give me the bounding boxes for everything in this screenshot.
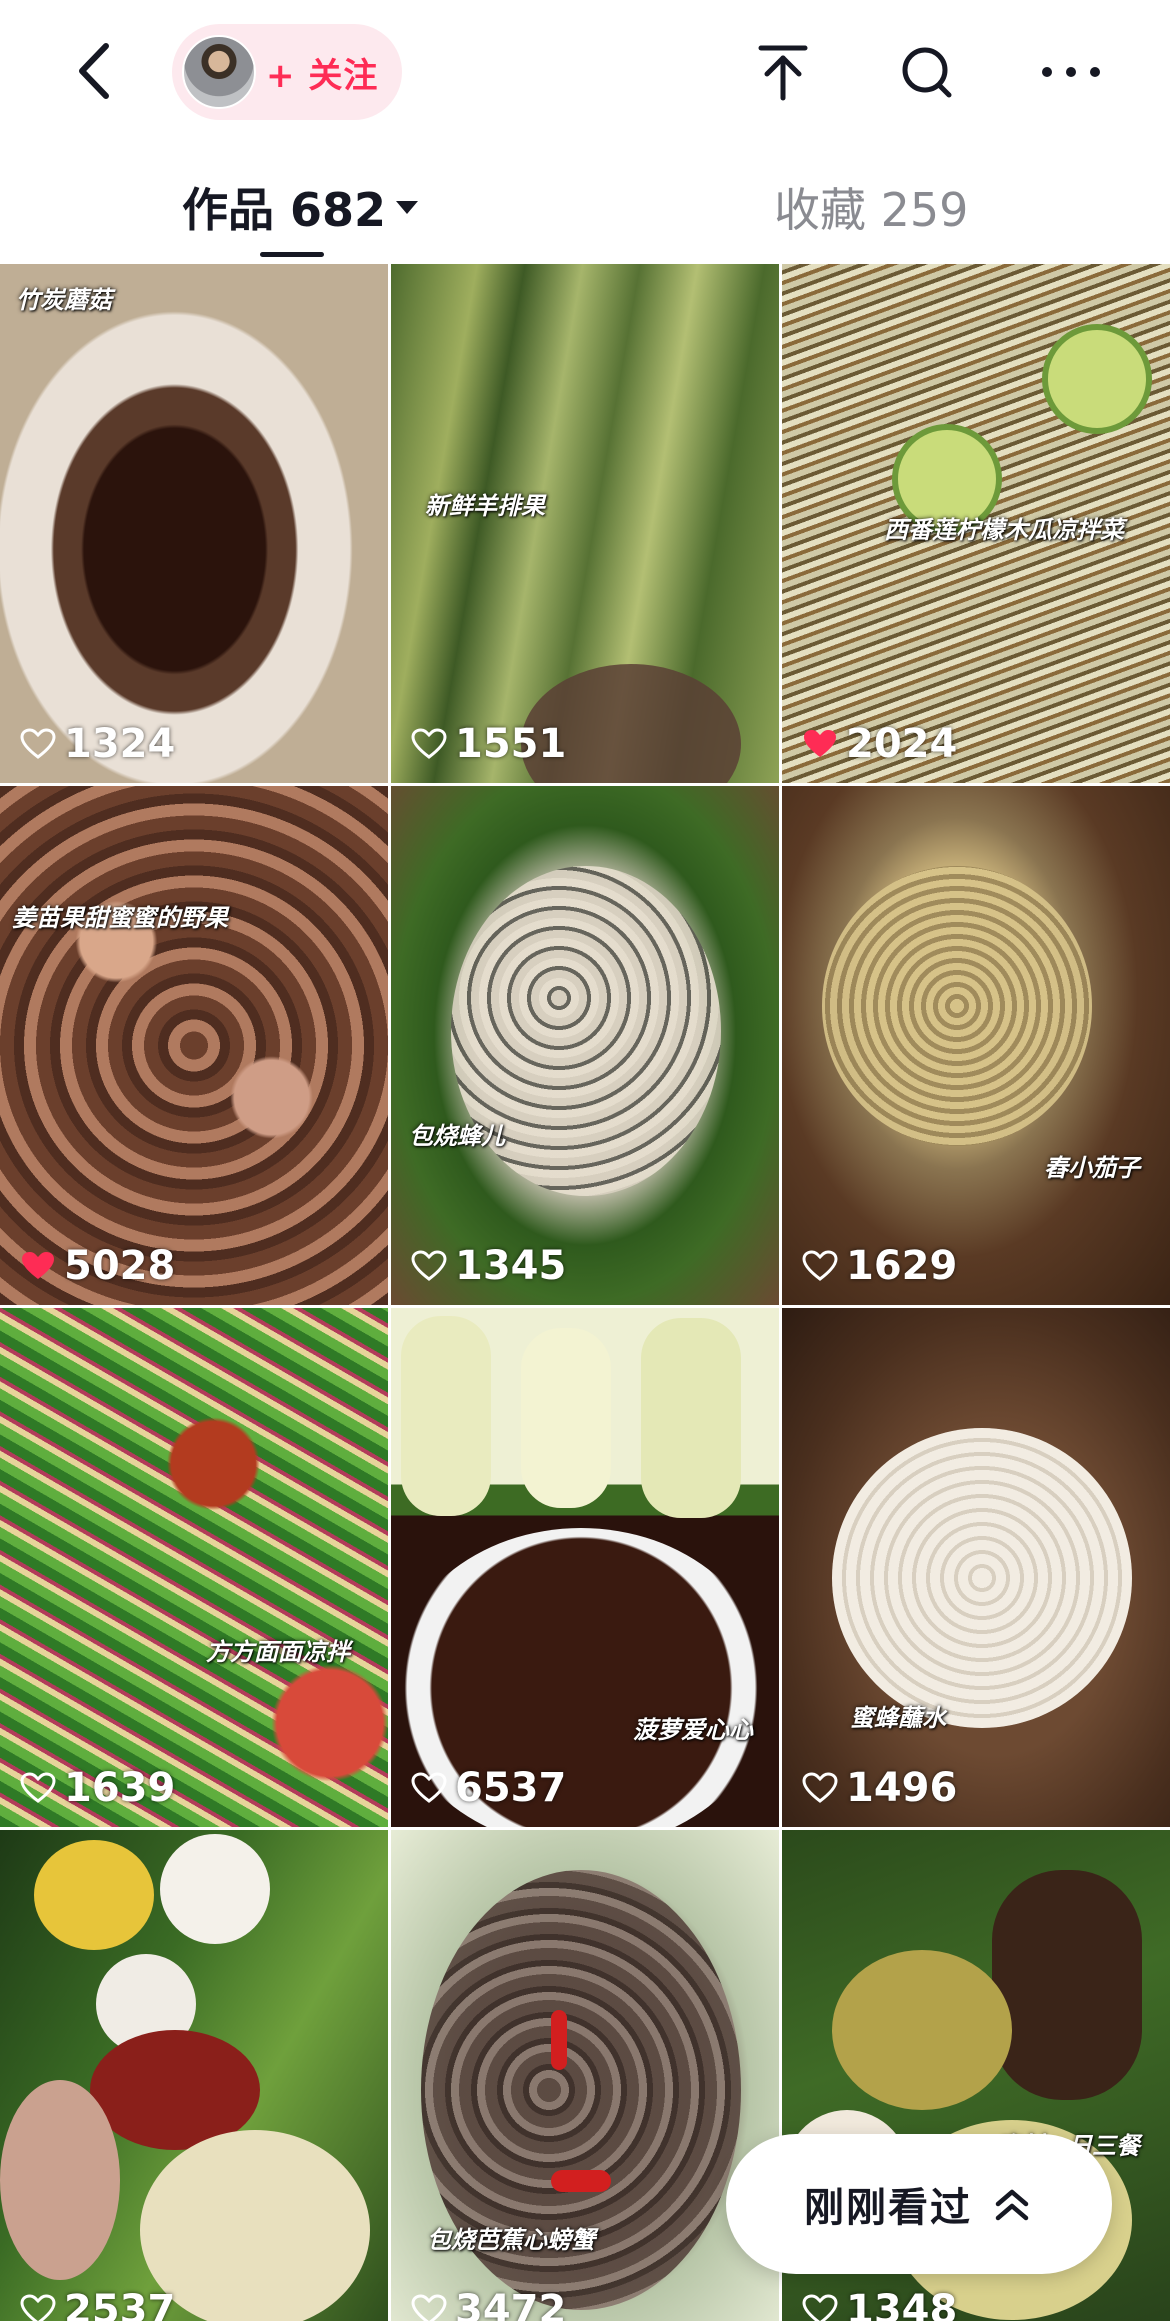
video-title: 舂小茄子 — [1044, 1154, 1140, 1182]
like-count-group: 2024 — [802, 721, 957, 767]
video-title: 蜜蜂蘸水 — [850, 1704, 946, 1732]
heart-outline-icon — [802, 2294, 838, 2321]
search-button[interactable] — [892, 36, 962, 108]
video-title: 竹炭蘑菇 — [16, 286, 112, 314]
heart-outline-icon — [411, 1250, 447, 1281]
video-title: 新鲜羊排果 — [425, 492, 545, 520]
video-title: 包烧蜂儿 — [409, 1122, 505, 1150]
like-count: 1345 — [455, 1243, 567, 1289]
like-count: 1324 — [64, 721, 176, 767]
like-count: 1629 — [846, 1243, 958, 1289]
top-bar: + 关注 — [0, 0, 1170, 150]
like-count: 5028 — [64, 1243, 176, 1289]
video-tile[interactable]: 包烧蜂儿 1345 — [391, 786, 779, 1305]
like-count: 6537 — [455, 1765, 567, 1811]
double-chevron-up-icon — [995, 2189, 1029, 2221]
like-count: 1496 — [846, 1765, 958, 1811]
heart-filled-icon — [22, 1252, 54, 1279]
recently-viewed-button[interactable]: 刚刚看过 — [726, 2134, 1112, 2274]
heart-outline-icon — [20, 1772, 56, 1803]
tab-collect[interactable]: 收藏 259 — [774, 174, 968, 240]
like-count-group: 1324 — [20, 721, 175, 767]
heart-filled-icon — [804, 730, 836, 757]
recently-viewed-label: 刚刚看过 — [804, 2185, 972, 2231]
video-title: 姜苗果甜蜜蜜的野果 — [12, 904, 228, 932]
like-count-group: 2537 — [20, 2287, 175, 2321]
heart-outline-icon — [20, 2294, 56, 2321]
caret-down-icon — [396, 200, 419, 214]
back-button[interactable] — [70, 40, 122, 102]
like-count-group: 1348 — [802, 2287, 957, 2321]
like-count-group: 1496 — [802, 1765, 957, 1811]
like-count-group: 6537 — [411, 1765, 566, 1811]
video-tile[interactable]: 方方面面凉拌 1639 — [0, 1308, 388, 1827]
video-tile[interactable]: 新鲜羊排果 1551 — [391, 264, 779, 783]
video-title: 方方面面凉拌 — [206, 1638, 350, 1666]
search-icon — [902, 47, 952, 98]
like-count: 2537 — [64, 2287, 176, 2321]
avatar[interactable] — [182, 35, 256, 109]
heart-outline-icon — [411, 1772, 447, 1803]
video-title: 菠萝爱心心 — [633, 1716, 753, 1744]
follow-label: + 关注 — [266, 55, 379, 96]
like-count-group: 1639 — [20, 1765, 175, 1811]
like-count: 2024 — [846, 721, 958, 767]
like-count: 3472 — [455, 2287, 567, 2321]
video-tile[interactable]: 菠萝爱心心 6537 — [391, 1308, 779, 1827]
like-count: 1551 — [455, 721, 567, 767]
heart-outline-icon — [802, 1250, 838, 1281]
back-icon — [79, 43, 109, 99]
tab-works[interactable]: 作品 682 — [182, 174, 419, 240]
tab-works-label: 作品 682 — [182, 183, 387, 237]
like-count-group: 1629 — [802, 1243, 957, 1289]
like-count-group: 3472 — [411, 2287, 566, 2321]
pin-top-button[interactable] — [748, 36, 818, 108]
heart-outline-icon — [411, 728, 447, 759]
profile-tabs: 作品 682 收藏 259 — [0, 160, 1170, 260]
video-tile[interactable]: 蜜蜂蘸水 1496 — [782, 1308, 1170, 1827]
more-icon — [1042, 67, 1100, 77]
like-count: 1348 — [846, 2287, 958, 2321]
video-tile[interactable]: 姜苗果甜蜜蜜的野果 5028 — [0, 786, 388, 1305]
follow-button[interactable]: + 关注 — [172, 24, 402, 120]
tab-collect-label: 收藏 259 — [774, 183, 969, 237]
video-tile[interactable]: 竹炭蘑菇 1324 — [0, 264, 388, 783]
video-tile[interactable]: 西番莲柠檬木瓜凉拌菜 2024 — [782, 264, 1170, 783]
video-tile[interactable]: 舂小茄子 1629 — [782, 786, 1170, 1305]
heart-outline-icon — [20, 728, 56, 759]
more-button[interactable] — [1036, 36, 1106, 108]
video-tile[interactable]: 包烧芭蕉心螃蟹 3472 — [391, 1830, 779, 2321]
like-count-group: 1551 — [411, 721, 566, 767]
video-title: 包烧芭蕉心螃蟹 — [427, 2226, 595, 2254]
like-count-group: 1345 — [411, 1243, 566, 1289]
video-title: 西番莲柠檬木瓜凉拌菜 — [884, 516, 1124, 544]
heart-outline-icon — [802, 1772, 838, 1803]
like-count-group: 5028 — [20, 1243, 175, 1289]
heart-outline-icon — [411, 2294, 447, 2321]
tab-indicator — [260, 252, 324, 257]
video-tile[interactable]: 2537 — [0, 1830, 388, 2321]
pin-top-icon — [758, 45, 808, 101]
like-count: 1639 — [64, 1765, 176, 1811]
